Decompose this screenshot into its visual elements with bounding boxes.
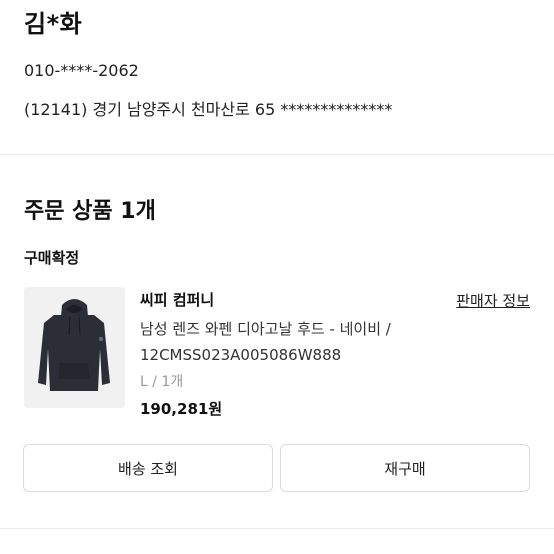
order-title: 주문 상품 1개 bbox=[24, 199, 156, 224]
track-delivery-button[interactable]: 배송 조회 bbox=[23, 444, 273, 492]
reorder-label: 재구매 bbox=[384, 459, 426, 478]
product-name[interactable]: 남성 렌즈 와펜 디아고날 후드 - 네이비 / 12CMSS023A00508… bbox=[140, 316, 440, 368]
recipient-name: 김*화 bbox=[24, 10, 83, 38]
product-brand[interactable]: 씨피 컴퍼니 bbox=[140, 289, 214, 310]
reorder-button[interactable]: 재구매 bbox=[280, 444, 530, 492]
navy-hoodie-image bbox=[24, 287, 125, 408]
section-divider bbox=[0, 154, 554, 155]
seller-info-link[interactable]: 판매자 정보 bbox=[456, 290, 530, 311]
product-option: L / 1개 bbox=[140, 374, 184, 390]
section-divider bbox=[0, 528, 554, 529]
product-price: 190,281원 bbox=[140, 400, 223, 418]
recipient-phone: 010-****-2062 bbox=[24, 61, 139, 80]
recipient-address: (12141) 경기 남양주시 천마산로 65 ************** bbox=[24, 100, 393, 119]
product-thumbnail[interactable] bbox=[24, 287, 125, 408]
track-delivery-label: 배송 조회 bbox=[118, 459, 178, 478]
order-status: 구매확정 bbox=[24, 249, 80, 267]
